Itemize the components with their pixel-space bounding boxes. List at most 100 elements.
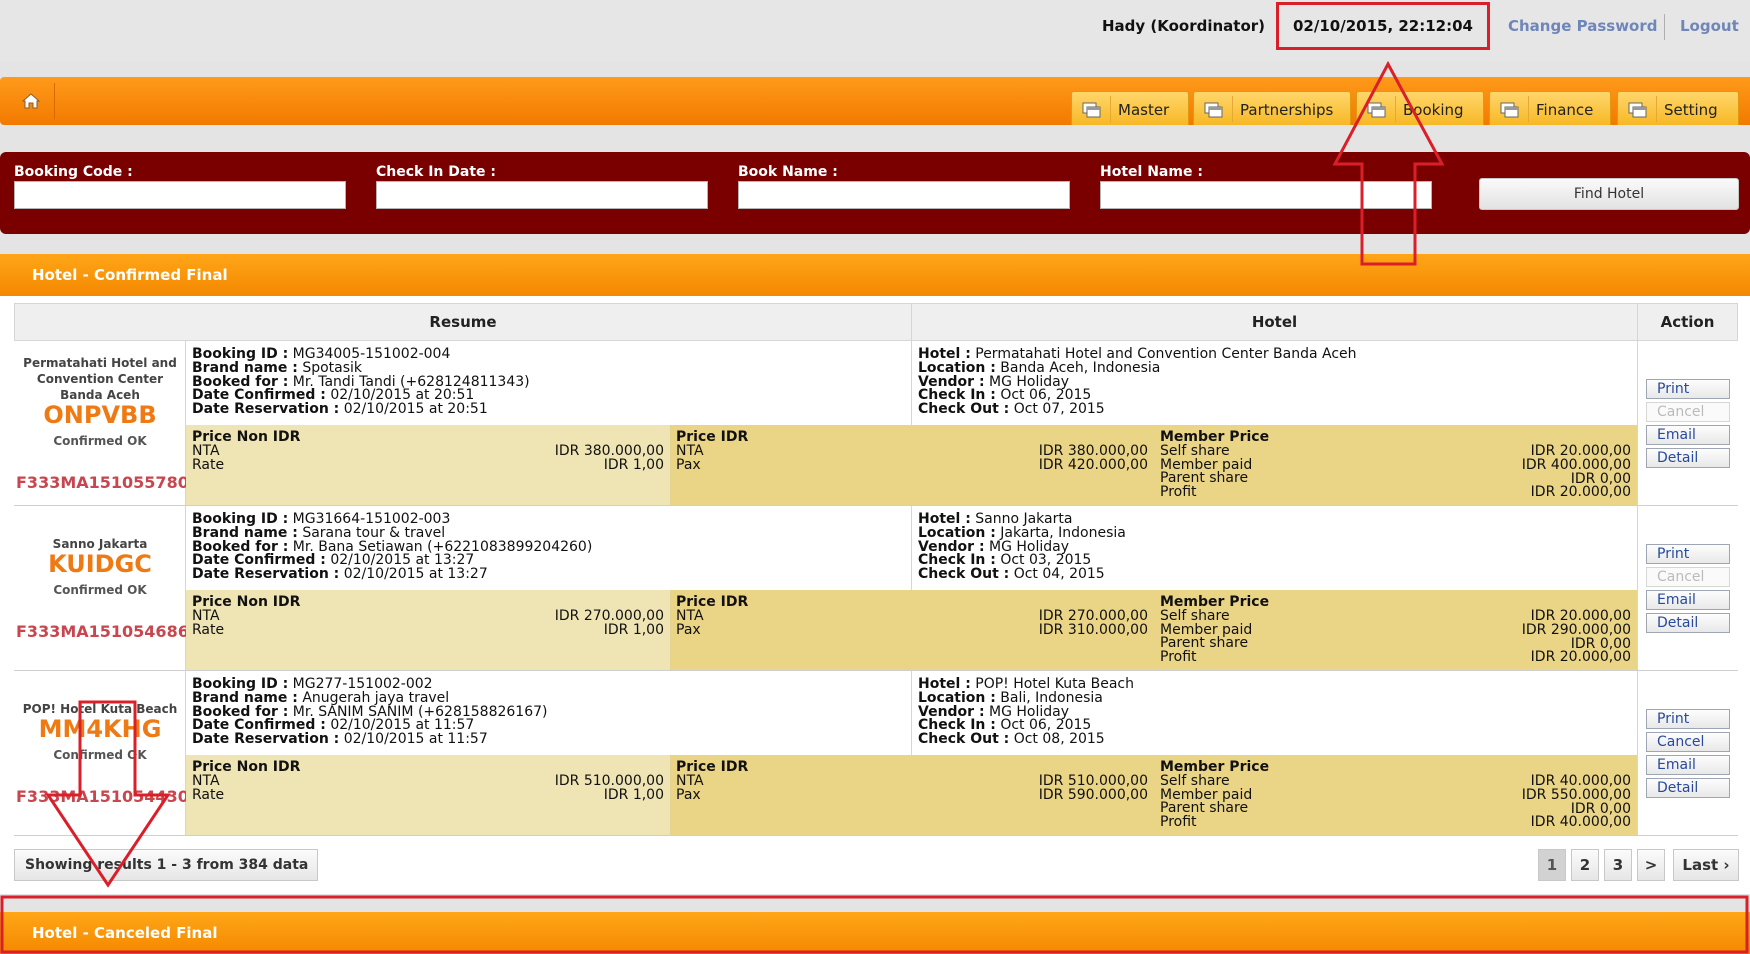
date-reservation-label: Date Reservation : xyxy=(192,731,340,748)
status-label: Confirmed OK xyxy=(53,434,147,448)
price-value: IDR 40.000,00 xyxy=(1530,814,1631,831)
book-name-input[interactable] xyxy=(738,181,1070,209)
section-title: Hotel - Confirmed Final xyxy=(32,266,228,284)
check-out-label: Check Out : xyxy=(918,401,1010,418)
column-header-resume: Resume xyxy=(14,303,912,341)
price-non-idr-box: Price Non IDR NTA Rate IDR 380.000,00 IDR 1,… xyxy=(186,425,670,505)
window-icon xyxy=(1628,102,1647,118)
member-price-box: Member Price Self share Member paid Parent … xyxy=(1154,590,1637,670)
booking-code-input[interactable] xyxy=(14,181,346,209)
find-hotel-button[interactable]: Find Hotel xyxy=(1479,178,1739,210)
price-values: IDR 510.000,00 IDR 1,00 xyxy=(555,774,664,803)
detail-button[interactable]: Detail xyxy=(1646,448,1730,468)
results-info: Showing results 1 - 3 from 384 data xyxy=(14,849,318,881)
price-value: IDR 1,00 xyxy=(603,456,664,473)
price-value: IDR 420.000,00 xyxy=(1038,456,1148,473)
cancel-button: Cancel xyxy=(1646,567,1730,587)
member-price-box: Member Price Self share Member paid Parent … xyxy=(1154,755,1637,835)
logout-link[interactable]: Logout xyxy=(1680,17,1739,35)
change-password-link[interactable]: Change Password xyxy=(1508,17,1658,35)
email-button[interactable]: Email xyxy=(1646,590,1730,610)
tab-partnerships[interactable]: Partnerships xyxy=(1193,91,1351,125)
column-header-hotel: Hotel xyxy=(911,303,1638,341)
price-field-label: Rate xyxy=(192,786,225,803)
price-non-idr-box: Price Non IDR NTA Rate IDR 510.000,00 IDR 1,… xyxy=(186,755,670,835)
section-header-confirmed: Hotel - Confirmed Final xyxy=(0,254,1750,296)
hotel-name-input[interactable] xyxy=(1100,181,1432,209)
detail-button[interactable]: Detail xyxy=(1646,613,1730,633)
page-1-button[interactable]: 1 xyxy=(1538,849,1566,881)
pnr-code: KUIDGC xyxy=(48,550,152,578)
resume-info: Booking ID : MG31664-151002-003 Brand nam… xyxy=(192,512,592,583)
detail-button[interactable]: Detail xyxy=(1646,778,1730,798)
current-datetime: 02/10/2015, 22:12:04 xyxy=(1293,17,1473,35)
section-title: Hotel - Canceled Final xyxy=(32,924,218,942)
page-3-button[interactable]: 3 xyxy=(1604,849,1632,881)
divider xyxy=(1637,506,1638,671)
hotel-short-name: Permatahati Hotel and Convention Center … xyxy=(23,356,177,402)
next-page-button[interactable]: > xyxy=(1637,849,1665,881)
divider xyxy=(911,341,912,425)
tab-master[interactable]: Master xyxy=(1071,91,1189,125)
divider xyxy=(1637,671,1638,836)
price-field-label: Pax xyxy=(676,786,701,803)
tab-master-label: Master xyxy=(1118,101,1170,119)
check-out-label: Check Out : xyxy=(918,566,1010,583)
price-labels: Member Price Self share Member paid Parent … xyxy=(1160,760,1269,831)
email-button[interactable]: Email xyxy=(1646,425,1730,445)
print-button[interactable]: Print xyxy=(1646,379,1730,399)
tab-booking[interactable]: Booking xyxy=(1356,91,1484,125)
print-button[interactable]: Print xyxy=(1646,709,1730,729)
pnr-code: MM4KHG xyxy=(38,715,162,743)
price-field-label: Profit xyxy=(1160,649,1197,666)
date-reservation-label: Date Reservation : xyxy=(192,401,340,418)
tab-separator xyxy=(1528,96,1529,122)
home-button[interactable] xyxy=(8,83,55,119)
price-value: IDR 1,00 xyxy=(603,786,664,803)
price-idr-box: Price IDR NTA Pax IDR 270.000,00 IDR 310.000… xyxy=(670,590,1154,670)
row-divider xyxy=(14,835,1738,836)
price-values: IDR 20.000,00 IDR 290.000,00 IDR 0,00 IDR 2… xyxy=(1522,609,1631,665)
cancel-button[interactable]: Cancel xyxy=(1646,732,1730,752)
status-label: Confirmed OK xyxy=(53,583,147,597)
tab-setting-label: Setting xyxy=(1664,101,1718,119)
email-button[interactable]: Email xyxy=(1646,755,1730,775)
price-labels: Price Non IDR NTA Rate xyxy=(192,430,300,472)
price-values: IDR 20.000,00 IDR 400.000,00 IDR 0,00 IDR 2… xyxy=(1522,444,1631,500)
tab-separator xyxy=(1232,96,1233,122)
last-page-button[interactable]: Last › xyxy=(1673,849,1739,881)
tab-booking-label: Booking xyxy=(1403,101,1464,119)
booking-code: F333MA151054430 xyxy=(16,787,189,806)
date-reservation-label: Date Reservation : xyxy=(192,566,340,583)
page-2-button[interactable]: 2 xyxy=(1571,849,1599,881)
price-values: IDR 270.000,00 IDR 310.000,00 xyxy=(1039,609,1148,638)
tab-separator xyxy=(1656,96,1657,122)
resume-info: Booking ID : MG277-151002-002 Brand name … xyxy=(192,677,547,748)
price-labels: Price Non IDR NTA Rate xyxy=(192,595,300,637)
price-labels: Price Non IDR NTA Rate xyxy=(192,760,300,803)
tab-setting[interactable]: Setting xyxy=(1617,91,1739,125)
print-button[interactable]: Print xyxy=(1646,544,1730,564)
booking-summary-cell: Permatahati Hotel and Convention Center … xyxy=(14,341,189,506)
price-labels: Member Price Self share Member paid Parent … xyxy=(1160,595,1269,666)
booking-code-label: Booking Code : xyxy=(14,164,133,180)
cancel-button: Cancel xyxy=(1646,402,1730,422)
main-nav-bar xyxy=(0,77,1750,125)
check-out-label: Check Out : xyxy=(918,731,1010,748)
date-reservation: Date Reservation : 02/10/2015 at 20:51 xyxy=(192,401,530,418)
check-out: Check Out : Oct 07, 2015 xyxy=(918,401,1357,418)
price-value: IDR 590.000,00 xyxy=(1038,786,1148,803)
price-field-label: Profit xyxy=(1160,814,1197,831)
check-out-value: Oct 07, 2015 xyxy=(1013,401,1105,418)
tab-finance[interactable]: Finance xyxy=(1489,91,1611,125)
divider xyxy=(1664,14,1665,40)
section-header-canceled: Hotel - Canceled Final xyxy=(0,912,1750,954)
divider xyxy=(670,590,671,670)
price-values: IDR 40.000,00 IDR 550.000,00 IDR 0,00 IDR 4… xyxy=(1522,774,1631,831)
divider xyxy=(911,671,912,755)
price-labels: Price IDR NTA Pax xyxy=(676,760,748,803)
check-in-date-input[interactable] xyxy=(376,181,708,209)
price-labels: Member Price Self share Member paid Parent … xyxy=(1160,430,1269,501)
price-field-label: Profit xyxy=(1160,484,1197,501)
price-values: IDR 270.000,00 IDR 1,00 xyxy=(555,609,664,638)
